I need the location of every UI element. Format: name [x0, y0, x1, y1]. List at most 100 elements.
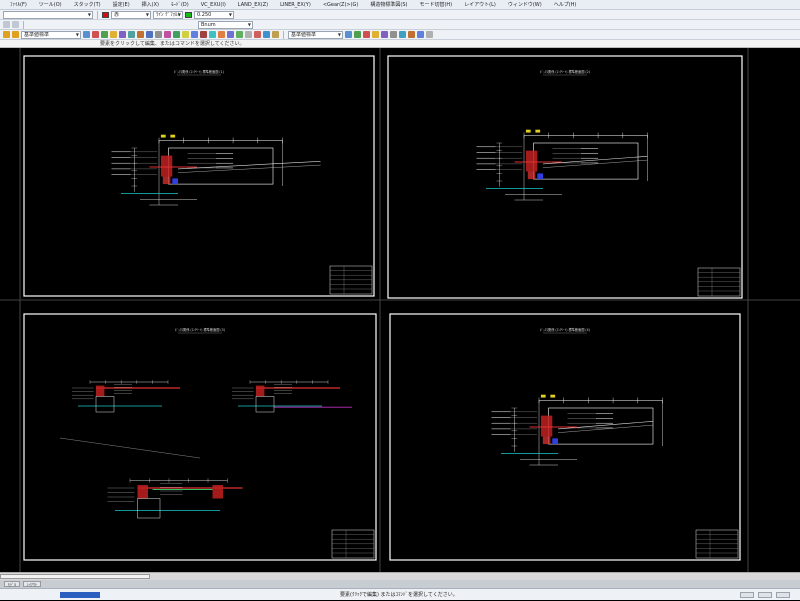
tool-icon-b3[interactable]	[372, 31, 379, 38]
tool-icon-1[interactable]	[92, 31, 99, 38]
tool-icon-20[interactable]	[263, 31, 270, 38]
title-block-2	[331, 529, 375, 559]
tool-icon-b8[interactable]	[417, 31, 424, 38]
divider	[23, 20, 24, 29]
box-outline	[95, 396, 115, 413]
red-section	[542, 436, 551, 445]
tool-icon-16[interactable]	[227, 31, 234, 38]
red-section	[525, 150, 538, 172]
prompt-text: 要素をクリックして編集、またはコマンドを選択してください。	[100, 41, 245, 47]
title-block-0	[329, 265, 373, 295]
menu-item-14[interactable]: ヘルプ(H)	[548, 0, 583, 10]
menu-item-12[interactable]: レイアウト(L)	[458, 0, 502, 10]
tool-icon-b2[interactable]	[363, 31, 370, 38]
cad-drawing[interactable]: ﾎﾞｯｸｽ関係 (ｺﾝｸﾘｰﾄ) 標準断面図 (1) ﾎﾞｯｸｽ関係 (ｺﾝｸﾘｰ…	[0, 48, 800, 572]
menu-item-8[interactable]: LINER_EX(Y)	[274, 0, 317, 10]
sheet-title-2: ﾎﾞｯｸｽ関係 (ｺﾝｸﾘｰﾄ) 標準断面図 (3)	[175, 327, 225, 332]
menu-item-11[interactable]: モード切替(H)	[413, 0, 458, 10]
menu-item-9[interactable]: <Gear(Z)>(G)	[317, 0, 365, 10]
tool-icon-12[interactable]	[191, 31, 198, 38]
horizontal-scrollbar[interactable]	[0, 572, 800, 580]
menu-item-7[interactable]: LAND_EX(Z)	[232, 0, 274, 10]
slope-line	[557, 424, 654, 433]
menu-item-5[interactable]: ﾓｰﾄﾞ(D)	[165, 0, 195, 10]
tab-layout[interactable]: ﾚｲｱｳﾄ	[23, 581, 41, 587]
tool-icon-15[interactable]	[218, 31, 225, 38]
layer-combo[interactable]: ▼	[3, 10, 93, 19]
style-combo[interactable]: Bnum ▼	[198, 20, 253, 29]
grid-toggle[interactable]	[758, 592, 772, 598]
tab-model[interactable]: ﾓﾃﾞﾙ	[4, 581, 20, 587]
open-icon[interactable]	[3, 31, 10, 38]
dimstyle-combo-2[interactable]: 基準値標準 ▼	[288, 30, 343, 39]
tool-icon-b4[interactable]	[381, 31, 388, 38]
tool-icon-b6[interactable]	[399, 31, 406, 38]
tool-icon-10[interactable]	[173, 31, 180, 38]
menu-item-1[interactable]: ツール(O)	[33, 0, 68, 10]
tool-icon-2[interactable]	[101, 31, 108, 38]
ortho-toggle[interactable]	[776, 592, 790, 598]
layout-tabs: ﾓﾃﾞﾙ ﾚｲｱｳﾄ	[0, 580, 800, 588]
slope-line	[177, 164, 321, 173]
menu-item-4[interactable]: 挿入(X)	[136, 0, 165, 10]
toolbar-style: Bnum ▼	[0, 20, 800, 30]
menu-item-0[interactable]: ﾌｧｲﾙ(F)	[4, 0, 33, 10]
tool-icon-b9[interactable]	[426, 31, 433, 38]
sheet-border-2	[23, 313, 377, 561]
tool-icon-11[interactable]	[182, 31, 189, 38]
chevron-down-icon: ▼	[177, 11, 181, 17]
tool-icon-b0[interactable]	[345, 31, 352, 38]
green-color-swatch[interactable]	[185, 11, 192, 18]
tool-icon-8[interactable]	[155, 31, 162, 38]
tool-icon-5[interactable]	[128, 31, 135, 38]
tool-icon-9[interactable]	[164, 31, 171, 38]
tool-icon-18[interactable]	[245, 31, 252, 38]
menu-item-6[interactable]: VC_EXU(I)	[195, 0, 232, 10]
box-outline	[137, 498, 161, 519]
red-section	[96, 385, 105, 397]
menu-item-13[interactable]: ウィンドウ(W)	[502, 0, 548, 10]
tool-icon-0[interactable]	[83, 31, 90, 38]
layer-icon[interactable]	[3, 21, 10, 28]
blue-part	[552, 438, 558, 445]
command-prompt[interactable]: 要素をクリックして編集、またはコマンドを選択してください。	[0, 40, 800, 48]
slope-line	[59, 437, 201, 459]
color-combo[interactable]: 赤 ▼	[111, 10, 151, 19]
tool-icon-6[interactable]	[137, 31, 144, 38]
save-icon[interactable]	[12, 31, 19, 38]
tool-icon-19[interactable]	[254, 31, 261, 38]
red-section	[162, 176, 171, 185]
tool-icon-b1[interactable]	[354, 31, 361, 38]
red-section	[256, 385, 265, 397]
slope-line	[177, 161, 321, 170]
linetype-combo[interactable]: ﾗｲﾝ ﾃﾞﾌｫﾙﾄ ▼	[153, 10, 183, 19]
tool-icon-17[interactable]	[236, 31, 243, 38]
lock-icon[interactable]	[12, 21, 19, 28]
tool-icon-14[interactable]	[209, 31, 216, 38]
dimstyle-combo[interactable]: 基準値標準 ▼	[21, 30, 81, 39]
menu-item-2[interactable]: スタック(T)	[68, 0, 107, 10]
tool-icon-b7[interactable]	[408, 31, 415, 38]
status-text: 要素(ｸﾘｯｸで編集) またはｺﾏﾝﾄﾞを選択してください。	[340, 592, 458, 598]
menu-item-10[interactable]: 構造物標準図(S)	[364, 0, 413, 10]
box-culvert	[168, 147, 274, 185]
tool-icon-21[interactable]	[272, 31, 279, 38]
red-color-swatch[interactable]	[102, 11, 109, 18]
tool-icon-13[interactable]	[200, 31, 207, 38]
tool-icon-b5[interactable]	[390, 31, 397, 38]
menu-item-3[interactable]: 設定(E)	[107, 0, 136, 10]
drawing-canvas[interactable]: ﾎﾞｯｸｽ関係 (ｺﾝｸﾘｰﾄ) 標準断面図 (1) ﾎﾞｯｸｽ関係 (ｺﾝｸﾘｰ…	[0, 48, 800, 572]
red-section	[160, 155, 173, 177]
divider	[283, 30, 284, 39]
tool-icon-3[interactable]	[110, 31, 117, 38]
snap-toggle[interactable]	[740, 592, 754, 598]
scroll-thumb[interactable]	[0, 574, 150, 579]
lineweight-combo[interactable]: 0.250 ▼	[194, 10, 234, 19]
red-section	[527, 171, 536, 180]
status-bar: 要素(ｸﾘｯｸで編集) またはｺﾏﾝﾄﾞを選択してください。	[0, 588, 800, 600]
tool-icon-7[interactable]	[146, 31, 153, 38]
divider	[97, 10, 98, 19]
sheet-title-3: ﾎﾞｯｸｽ関係 (ｺﾝｸﾘｰﾄ) 標準断面図 (4)	[540, 327, 590, 332]
tool-icon-4[interactable]	[119, 31, 126, 38]
chevron-down-icon: ▼	[337, 31, 341, 37]
